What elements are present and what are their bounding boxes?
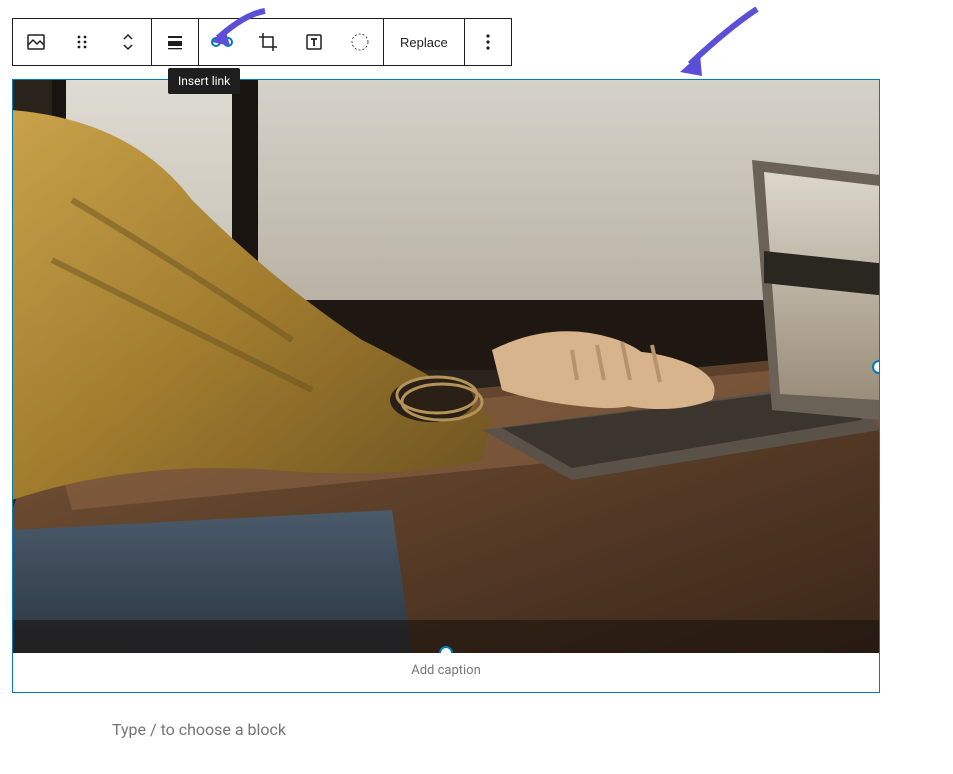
duotone-button[interactable]	[337, 19, 383, 65]
link-icon	[210, 30, 234, 54]
image-block[interactable]: Add caption	[12, 79, 880, 693]
block-toolbar: Replace	[12, 18, 512, 66]
text-overlay-button[interactable]	[291, 19, 337, 65]
more-options-button[interactable]	[465, 19, 511, 65]
block-type-button[interactable]	[13, 19, 59, 65]
text-overlay-icon	[302, 30, 326, 54]
align-icon	[163, 30, 187, 54]
align-button[interactable]	[152, 19, 198, 65]
duotone-icon	[348, 30, 372, 54]
toolbar-group-tools	[199, 19, 384, 65]
resize-handle-right[interactable]	[872, 360, 879, 374]
move-up-down-icon	[116, 30, 140, 54]
toolbar-group-block	[13, 19, 152, 65]
replace-button[interactable]: Replace	[384, 19, 464, 65]
drag-handle-button[interactable]	[59, 19, 105, 65]
move-button[interactable]	[105, 19, 151, 65]
paragraph-placeholder[interactable]: Type / to choose a block	[112, 720, 286, 739]
more-options-icon	[476, 30, 500, 54]
resize-handle-bottom[interactable]	[439, 646, 453, 653]
tooltip-insert-link: Insert link	[168, 68, 240, 94]
drag-handle-icon	[70, 30, 94, 54]
crop-icon	[256, 30, 280, 54]
annotation-arrow-2	[672, 4, 762, 84]
toolbar-group-more	[465, 19, 511, 65]
caption-input[interactable]: Add caption	[13, 653, 879, 692]
image-content[interactable]	[13, 80, 879, 653]
insert-link-button[interactable]	[199, 19, 245, 65]
image-placeholder	[13, 80, 879, 653]
toolbar-group-align	[152, 19, 199, 65]
image-icon	[24, 30, 48, 54]
toolbar-group-replace: Replace	[384, 19, 465, 65]
crop-button[interactable]	[245, 19, 291, 65]
